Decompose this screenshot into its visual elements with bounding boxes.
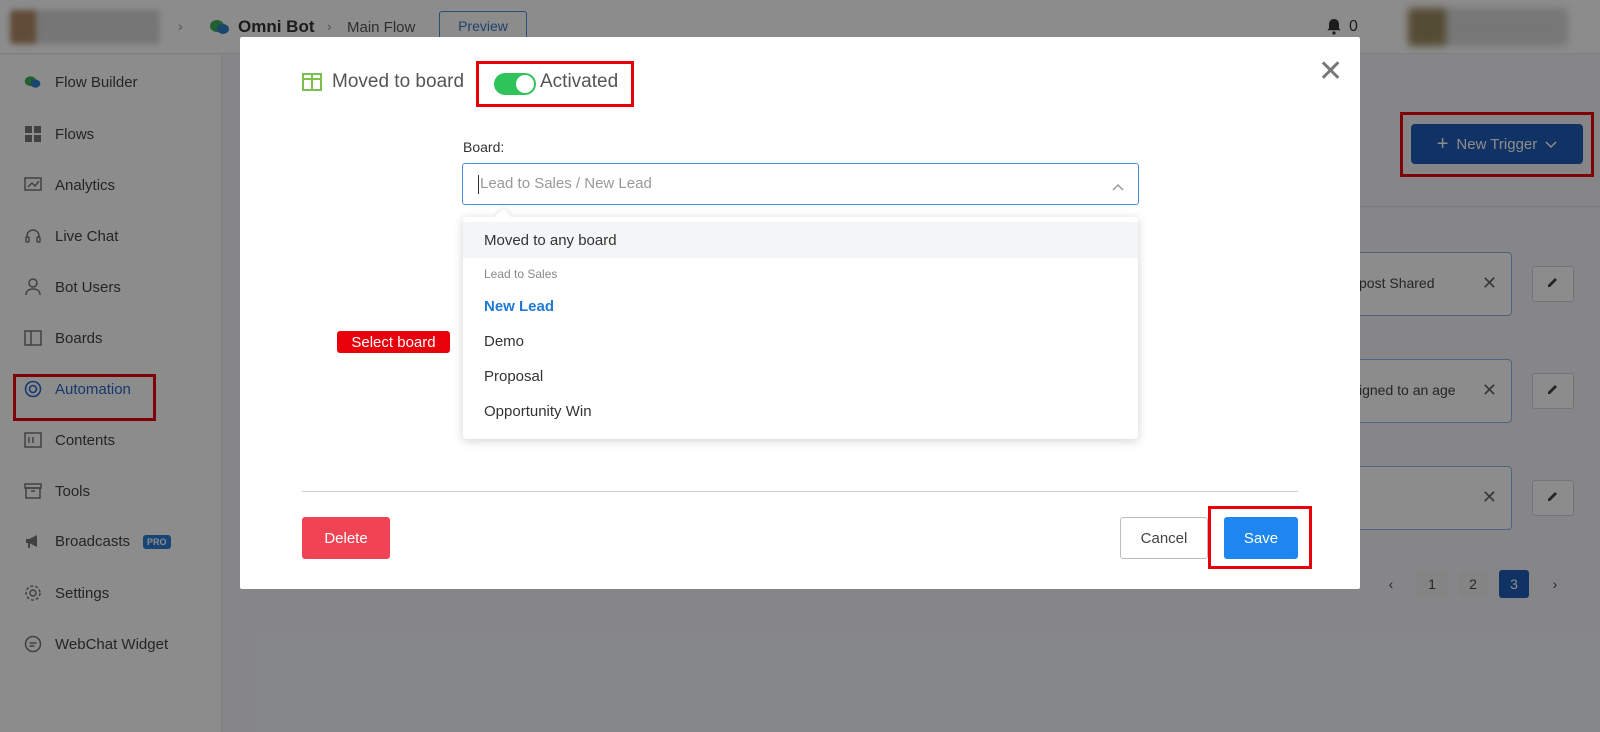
close-icon[interactable]: ✕: [1318, 57, 1343, 87]
delete-button[interactable]: Delete: [302, 517, 390, 559]
dropdown-option-any-board[interactable]: Moved to any board: [463, 222, 1138, 258]
dropdown-option[interactable]: Proposal: [463, 358, 1138, 394]
board-field-label: Board:: [463, 139, 505, 155]
dropdown-group-label: Lead to Sales: [484, 267, 558, 281]
text-caret: [478, 175, 479, 194]
dropdown-option[interactable]: Demo: [463, 323, 1138, 359]
board-select-value: Lead to Sales / New Lead: [480, 175, 652, 192]
modal-title: Moved to board: [332, 71, 465, 92]
cancel-button[interactable]: Cancel: [1120, 517, 1208, 559]
dropdown-option[interactable]: Opportunity Win: [463, 393, 1138, 429]
highlight-activated: [476, 61, 634, 107]
modal-divider: [302, 491, 1298, 492]
annotation-label: Select board: [337, 331, 450, 353]
board-icon: [302, 73, 322, 96]
trigger-modal: Moved to board Activated ✕ Board: Lead t…: [240, 37, 1360, 589]
chevron-up-icon: [1112, 178, 1124, 196]
board-select[interactable]: Lead to Sales / New Lead: [462, 163, 1139, 205]
highlight-save: [1208, 506, 1312, 569]
board-dropdown: Moved to any board Lead to Sales New Lea…: [463, 208, 1138, 439]
dropdown-option[interactable]: New Lead: [463, 288, 1138, 324]
